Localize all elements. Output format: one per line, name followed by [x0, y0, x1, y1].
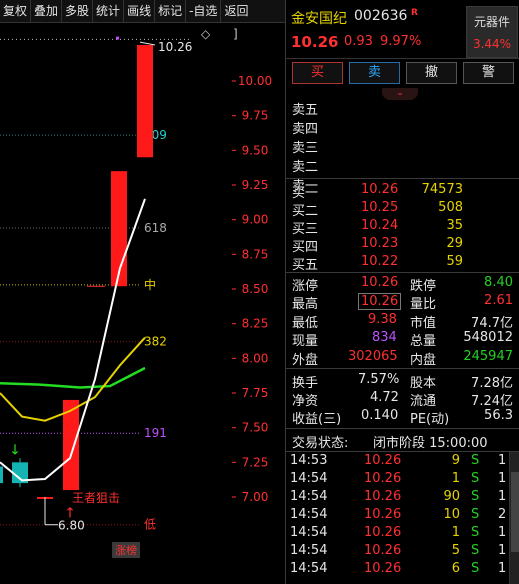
ask-row: 卖三 [292, 141, 319, 156]
chart-canvas: ◇] 10.00 9.75 9.50 9.25 9.00 8.75 8.50 8.25 8.00 7… [0, 27, 272, 558]
bid-row[interactable]: 买五 10.22 59 [286, 254, 519, 273]
candle-body [137, 44, 153, 158]
stock-name[interactable]: 金安国纪 [291, 8, 347, 28]
tick-row: 14:54 10.26 6 S 1 [290, 561, 507, 576]
tick-row: 14:54 10.26 10 S 2 [290, 507, 507, 522]
price-axis-tick: 8.75 [242, 247, 269, 261]
sector-name: 元器件 [473, 15, 510, 29]
stats-row: 外盘 302065 内盘 245947 [292, 349, 513, 368]
stock-code: 002636 [354, 8, 408, 24]
sector-box[interactable]: 元器件 3.44% [466, 6, 518, 58]
tick-row: 14:54 10.26 1 S 1 [290, 471, 507, 486]
price-change-percent: 9.97% [380, 34, 422, 49]
toolbar-remove-watchlist-button[interactable]: -自选 [186, 0, 222, 22]
tick-row: 14:54 10.26 5 S 1 [290, 543, 507, 558]
bid-row[interactable]: 买三 10.24 35 [286, 218, 519, 237]
tick-scrollbar[interactable] [509, 452, 519, 584]
high-pointer [139, 41, 156, 46]
fib-level-label: 618 [144, 221, 167, 235]
price-axis-tick: 7.75 [242, 386, 269, 400]
price-axis-tick: 7.25 [242, 455, 269, 469]
price-axis-tick: 9.75 [242, 109, 269, 123]
ask-row: 卖五 [292, 103, 319, 118]
margin-flag-badge: R [411, 8, 418, 18]
divider [286, 272, 519, 273]
tick-row: 14:54 10.26 1 S 1 [290, 525, 507, 540]
bid-row[interactable]: 买四 10.23 29 [286, 236, 519, 255]
cancel-order-button[interactable]: 撤 [406, 62, 457, 84]
fib-level-label: 191 [144, 426, 167, 440]
price-axis-tick: 9.50 [242, 143, 269, 157]
stats-row: 最低 9.38 市值 74.7亿 [292, 312, 513, 331]
quote-panel: 金安国纪 002636 R 10.26 0.93 9.97% 元器件 3.44%… [286, 0, 519, 584]
diamond-icon: ◇ [201, 27, 211, 41]
price-axis-tick: 9.00 [242, 213, 269, 227]
price-change: 0.93 [344, 34, 373, 49]
ask-row: 卖四 [292, 122, 319, 137]
ma-green-line [0, 366, 146, 389]
down-signal-arrow-icon: ↓ [9, 442, 21, 458]
price-axis-tick: 7.50 [242, 421, 269, 435]
buy-button[interactable]: 买 [292, 62, 343, 84]
magenta-marker [116, 36, 119, 40]
sell-button[interactable]: 卖 [349, 62, 400, 84]
divider [286, 368, 519, 369]
bid-row[interactable]: 买一 10.26 74573 [286, 182, 519, 201]
toolbar-overlay-button[interactable]: 叠加 [31, 0, 63, 22]
toolbar-multi-stock-button[interactable]: 多股 [62, 0, 94, 22]
toolbar-draw-line-button[interactable]: 画线 [124, 0, 156, 22]
candle-body [0, 466, 3, 484]
fib-level-label: 382 [144, 335, 167, 349]
stats-row: 现量 834 总量 548012 [292, 330, 513, 349]
bid-row[interactable]: 买二 10.25 508 [286, 200, 519, 219]
signal-annotation: 王者狙击 [72, 491, 120, 505]
scrollbar-thumb[interactable] [511, 472, 519, 552]
toolbar-restore-rights-button[interactable]: 复权 [0, 0, 32, 22]
price-axis-tick: 9.25 [242, 178, 269, 192]
divider [286, 178, 519, 179]
quote-header: 金安国纪 002636 R 10.26 0.93 9.97% 元器件 3.44% [286, 0, 519, 59]
stats-row: 换手 7.57% 股本 7.28亿 [292, 372, 513, 391]
divider [286, 451, 519, 452]
limit-up-badge: 涨榜 [115, 543, 137, 557]
sector-change: 3.44% [472, 37, 512, 51]
toolbar-back-button[interactable]: 返回 [221, 0, 251, 22]
bracket-icon: ] [233, 27, 238, 41]
alert-button[interactable]: 警 [463, 62, 514, 84]
toolbar-mark-button[interactable]: 标记 [155, 0, 187, 22]
divider [286, 428, 519, 429]
trading-status: 交易状态: 闭市阶段 15:00:00 [292, 436, 488, 451]
stats-row: 收益(三) 0.140 PE(动) 56.3 [292, 408, 513, 427]
high-price-label: 10.26 [158, 40, 192, 54]
chart-toolbar: 复权 叠加 多股 统计 画线 标记 -自选 返回 [0, 0, 285, 23]
price-axis-tick: 8.25 [242, 317, 269, 331]
fib-level-label: 中 [144, 277, 156, 292]
stats-row: 最高 10.26 量比 2.61 [292, 293, 513, 312]
stats-row: 净资 4.72 流通 7.24亿 [292, 390, 513, 409]
toolbar-statistics-button[interactable]: 统计 [93, 0, 125, 22]
tick-row: 14:53 10.26 9 S 1 [290, 453, 507, 468]
last-price: 10.26 [291, 33, 339, 51]
price-axis-tick: 8.00 [242, 351, 269, 365]
up-signal-arrow-icon: ↑ [64, 506, 76, 522]
tick-row: 14:54 10.26 90 S 1 [290, 489, 507, 504]
price-axis-tick: 10.00 [238, 74, 272, 88]
price-axis-tick: 7.00 [242, 490, 269, 504]
stats-row: 涨停 10.26 跌停 8.40 [292, 275, 513, 294]
candlestick-chart[interactable]: ◇] 10.00 9.75 9.50 9.25 9.00 8.75 8.50 8.25 8.00 7… [0, 22, 285, 584]
ask-row: 卖二 [292, 160, 319, 175]
price-axis-tick: 8.50 [242, 282, 269, 296]
low-level-label: 低 [144, 518, 156, 532]
